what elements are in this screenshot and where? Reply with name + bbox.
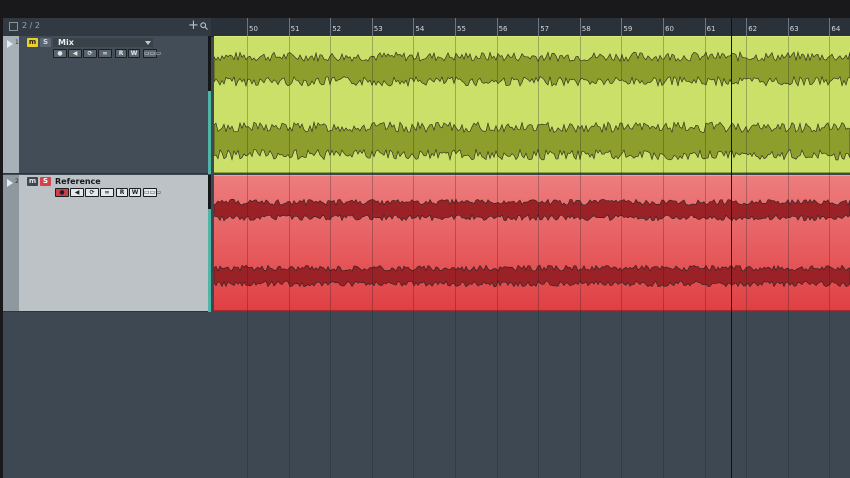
bar-number: 63 bbox=[789, 25, 799, 33]
bar-number: 59 bbox=[623, 25, 633, 33]
bar-tick bbox=[413, 18, 415, 36]
track-color-strip bbox=[3, 175, 19, 311]
bar-tick bbox=[829, 18, 831, 36]
mute-button[interactable]: m bbox=[27, 38, 38, 47]
track-count: 2 / 2 bbox=[22, 21, 40, 30]
monitor-button[interactable]: ◀ bbox=[70, 188, 84, 197]
read-automation-button[interactable]: R bbox=[115, 49, 127, 58]
bar-number: 64 bbox=[831, 25, 841, 33]
bar-tick bbox=[704, 18, 706, 36]
track-level-meter bbox=[208, 36, 211, 174]
track-number: 2 bbox=[15, 178, 19, 185]
bar-tick bbox=[746, 18, 748, 36]
bar-tick bbox=[288, 18, 290, 36]
bar-number: 51 bbox=[290, 25, 300, 33]
bar-tick bbox=[496, 18, 498, 36]
bar-tick bbox=[621, 18, 623, 36]
bar-number: 57 bbox=[540, 25, 550, 33]
bar-number: 54 bbox=[415, 25, 425, 33]
timebase-button[interactable]: ∞ bbox=[100, 188, 114, 197]
bar-tick bbox=[538, 18, 540, 36]
meter-level bbox=[208, 91, 211, 174]
waveform-shape bbox=[214, 198, 850, 222]
bar-number: 62 bbox=[748, 25, 758, 33]
meter-level bbox=[208, 209, 211, 312]
lock-button[interactable]: ⟳ bbox=[85, 188, 99, 197]
project-window: 2 / 2 + 50 51 52 53 54 55 56 57 58 59 60 61 62 63 64 1… bbox=[3, 18, 850, 478]
record-enable-button[interactable]: ● bbox=[53, 49, 67, 58]
read-automation-button[interactable]: R bbox=[116, 188, 128, 197]
monitor-button[interactable]: ◀ bbox=[68, 49, 82, 58]
add-track-button[interactable]: + bbox=[188, 18, 199, 34]
waveform-right-channel bbox=[214, 264, 850, 288]
track-header-reference[interactable]: 2 m S Reference ● ◀ ⟳ ∞ R W ▭▭▭ bbox=[3, 175, 208, 312]
bar-number: 53 bbox=[373, 25, 383, 33]
track-level-meter bbox=[208, 175, 211, 312]
audio-event-mix[interactable] bbox=[214, 36, 850, 173]
waveform-right-channel bbox=[214, 121, 850, 161]
channel-settings-button[interactable]: ▭▭▭ bbox=[143, 188, 161, 197]
playback-cursor[interactable] bbox=[731, 18, 732, 478]
solo-button[interactable]: S bbox=[40, 38, 51, 47]
waveform-left-channel bbox=[214, 198, 850, 222]
track-number: 1 bbox=[15, 39, 19, 46]
track-list-header: 2 / 2 + bbox=[3, 18, 211, 37]
track-name: Mix bbox=[58, 38, 74, 47]
track-list-icon[interactable] bbox=[9, 22, 18, 31]
timebase-button[interactable]: ∞ bbox=[98, 49, 112, 58]
mute-button[interactable]: m bbox=[27, 177, 38, 186]
bar-tick bbox=[663, 18, 664, 36]
write-automation-button[interactable]: W bbox=[129, 188, 141, 197]
waveform-shape bbox=[214, 51, 850, 87]
bar-number: 52 bbox=[332, 25, 342, 33]
track-name: Reference bbox=[55, 177, 101, 186]
bar-tick bbox=[787, 18, 789, 36]
timeline-ruler[interactable]: 50 51 52 53 54 55 56 57 58 59 60 61 62 63 64 bbox=[211, 18, 850, 37]
bar-tick bbox=[330, 18, 332, 36]
solo-button[interactable]: S bbox=[40, 177, 51, 186]
bar-number: 56 bbox=[498, 25, 508, 33]
bar-number: 60 bbox=[665, 25, 674, 33]
event-display-empty-area[interactable] bbox=[211, 312, 850, 478]
record-enable-button[interactable]: ● bbox=[55, 188, 69, 197]
bar-number: 58 bbox=[581, 25, 591, 33]
write-automation-button[interactable]: W bbox=[128, 49, 140, 58]
waveform-left-channel bbox=[214, 51, 850, 87]
track-color-strip bbox=[3, 36, 19, 173]
audio-event-reference[interactable] bbox=[214, 175, 850, 311]
bar-tick bbox=[371, 18, 373, 36]
bar-number: 61 bbox=[706, 25, 716, 33]
bar-tick bbox=[455, 18, 456, 36]
lock-button[interactable]: ⟳ bbox=[83, 49, 97, 58]
track-list-empty-area[interactable] bbox=[3, 312, 211, 478]
waveform-shape bbox=[214, 121, 850, 161]
bar-tick bbox=[247, 18, 248, 36]
bar-tick bbox=[579, 18, 581, 36]
search-icon[interactable] bbox=[200, 22, 208, 30]
chevron-down-icon[interactable] bbox=[145, 41, 151, 45]
bar-number: 50 bbox=[249, 25, 258, 33]
channel-settings-button[interactable]: ▭▭▭ bbox=[143, 49, 161, 58]
expand-arrow-icon[interactable] bbox=[7, 179, 13, 187]
bar-number: 55 bbox=[457, 25, 466, 33]
expand-arrow-icon[interactable] bbox=[7, 40, 13, 48]
track-header-mix[interactable]: 1 m S Mix ● ◀ ⟳ ∞ R W ▭▭▭ bbox=[3, 36, 208, 174]
waveform-shape bbox=[214, 264, 850, 288]
